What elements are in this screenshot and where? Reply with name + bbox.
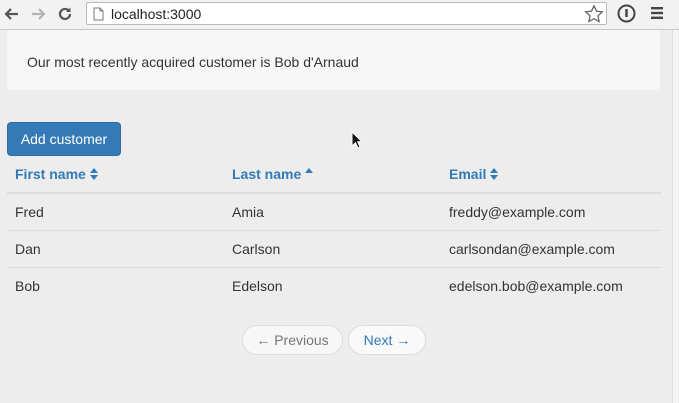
announcement-text: Our most recently acquired customer is B… [27,54,359,70]
page-icon [93,7,104,26]
header-email[interactable]: Email [441,157,661,194]
customers-table: First name Last name Email Fred Amia fre… [7,157,661,304]
page-content: Our most recently acquired customer is B… [0,30,672,403]
info-circle-icon[interactable] [617,4,636,28]
cell-email: carlsondan@example.com [441,230,661,268]
reload-icon[interactable] [55,3,75,25]
sort-both-icon [490,167,499,183]
vertical-scrollbar[interactable] [672,30,679,403]
star-icon[interactable] [584,4,604,29]
back-arrow-icon[interactable] [2,3,22,25]
table-header-row: First name Last name Email [7,157,661,194]
header-first-name[interactable]: First name [7,157,224,194]
hamburger-menu-icon[interactable] [650,6,664,25]
cell-first-name: Dan [7,230,224,268]
url-text: localhost:3000 [111,6,202,22]
previous-page-button[interactable]: ← Previous [242,325,343,355]
forward-arrow-icon[interactable] [28,3,48,25]
sort-ascending-icon [305,167,314,183]
cell-email: freddy@example.com [449,204,586,220]
cell-last-name: Amia [232,204,264,220]
cell-last-name: Edelson [224,267,441,304]
table-row: Dan Carlson carlsondan@example.com [7,230,661,268]
browser-toolbar: localhost:3000 [0,0,679,30]
header-last-name[interactable]: Last name [224,157,441,194]
header-last-name-label: Last name [232,165,302,182]
address-bar[interactable]: localhost:3000 [86,2,607,25]
table-row: Fred Amia freddy@example.com [7,193,661,231]
cell-first-name: Bob [7,267,224,304]
add-customer-button[interactable]: Add customer [7,122,121,156]
next-page-button[interactable]: Next → [348,325,426,355]
header-email-label: Email [449,165,487,182]
sort-both-icon [89,167,98,183]
cell-first-name: Fred [15,204,44,220]
announcement-panel: Our most recently acquired customer is B… [7,30,660,90]
table-row: Bob Edelson edelson.bob@example.com [7,267,661,304]
mouse-cursor-icon [351,130,364,154]
header-first-name-label: First name [15,165,86,182]
cell-email: edelson.bob@example.com [441,267,661,304]
cell-last-name: Carlson [224,230,441,268]
